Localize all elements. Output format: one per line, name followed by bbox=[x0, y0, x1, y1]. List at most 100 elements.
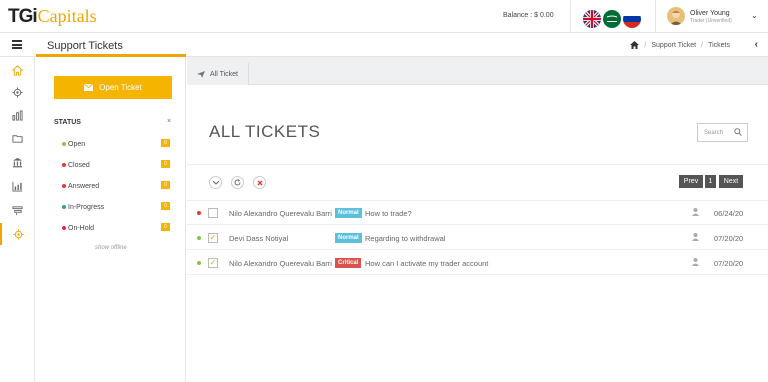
ticket-subject[interactable]: How to trade? bbox=[365, 209, 412, 218]
chevron-down-icon bbox=[212, 180, 219, 185]
chevron-down-icon[interactable]: ⌄ bbox=[751, 11, 758, 20]
tab-all-ticket[interactable]: All Ticket bbox=[187, 63, 249, 85]
refresh-icon bbox=[234, 179, 241, 186]
breadcrumb-tickets: Tickets bbox=[708, 41, 730, 49]
nav-bank-icon[interactable] bbox=[0, 151, 35, 173]
status-panel: Open Ticket STATUS × Open 0 Closed 0 Ans… bbox=[36, 57, 186, 382]
status-dot bbox=[62, 184, 66, 188]
envelope-icon bbox=[84, 84, 94, 91]
hamburger-menu-icon[interactable] bbox=[12, 40, 22, 49]
status-count: 0 bbox=[161, 223, 170, 231]
status-heading: STATUS bbox=[54, 119, 81, 126]
divider bbox=[187, 200, 768, 201]
nav-support-icon[interactable] bbox=[0, 223, 35, 245]
ticket-checkbox[interactable]: ✓ bbox=[208, 258, 218, 268]
left-nav bbox=[0, 57, 35, 382]
status-count: 0 bbox=[161, 181, 170, 189]
logo-text: Capitals bbox=[37, 6, 97, 26]
nav-filter-icon[interactable] bbox=[0, 199, 35, 221]
next-button[interactable]: Next bbox=[719, 175, 743, 188]
priority-badge: Critical bbox=[335, 258, 362, 268]
nav-reports-icon[interactable] bbox=[0, 104, 35, 126]
divider bbox=[187, 274, 768, 275]
balance-display: Balance : $ 0.00 bbox=[503, 12, 554, 19]
page-number-button[interactable]: 1 bbox=[705, 175, 716, 188]
ticket-name[interactable]: Nilo Alexandro Querevalu Barri bbox=[229, 209, 335, 218]
page-heading: ALL TICKETS bbox=[209, 122, 321, 141]
ticket-subject[interactable]: Regarding to withdrawal bbox=[365, 234, 445, 243]
tickets-main: All Ticket ALL TICKETS Search Prev 1 Nex… bbox=[187, 57, 768, 382]
ticket-status-dot bbox=[197, 211, 201, 215]
ticket-date: 07/20/20 bbox=[714, 234, 744, 243]
table-row[interactable]: ✓ Devi Dass Notiyal Normal Regarding to … bbox=[187, 229, 768, 247]
divider bbox=[187, 224, 768, 225]
ticket-status-dot bbox=[197, 261, 201, 265]
uk-flag-icon[interactable] bbox=[583, 10, 601, 28]
tab-label: All Ticket bbox=[210, 70, 239, 78]
status-item-open[interactable]: Open 0 bbox=[62, 138, 170, 150]
ticket-checkbox[interactable] bbox=[208, 208, 218, 218]
sub-header: Support Tickets / Support Ticket / Ticke… bbox=[0, 33, 768, 57]
priority-badge: Normal bbox=[335, 208, 362, 218]
user-name[interactable]: Oliver Young bbox=[690, 10, 730, 17]
expand-toggle-button[interactable] bbox=[209, 176, 222, 189]
prev-button[interactable]: Prev bbox=[679, 175, 703, 188]
user-icon bbox=[692, 208, 699, 216]
status-item-on-hold[interactable]: On-Hold 0 bbox=[62, 222, 170, 234]
search-placeholder: Search bbox=[704, 129, 724, 136]
ticket-date: 06/24/20 bbox=[714, 209, 744, 218]
status-count: 0 bbox=[161, 202, 170, 210]
delete-button[interactable] bbox=[253, 176, 266, 189]
breadcrumb-separator: / bbox=[644, 41, 647, 49]
table-row[interactable]: Nilo Alexandro Querevalu Barri Normal Ho… bbox=[187, 204, 768, 222]
breadcrumb-separator: / bbox=[701, 41, 704, 49]
ticket-date: 07/20/20 bbox=[714, 259, 744, 268]
user-icon bbox=[692, 233, 699, 241]
chevron-left-icon[interactable]: ‹ bbox=[755, 39, 758, 50]
status-dot bbox=[62, 163, 66, 167]
divider bbox=[570, 0, 571, 33]
logo[interactable]: TGi Capitals bbox=[8, 6, 97, 27]
divider bbox=[655, 0, 656, 33]
status-count: 0 bbox=[161, 160, 170, 168]
refresh-button[interactable] bbox=[231, 176, 244, 189]
russia-flag-icon[interactable] bbox=[623, 10, 641, 28]
top-bar: TGi Capitals Balance : $ 0.00 Oliver You… bbox=[0, 0, 768, 33]
show-offline-link[interactable]: show offline bbox=[95, 245, 127, 251]
close-icon[interactable]: × bbox=[167, 118, 171, 125]
avatar[interactable] bbox=[667, 7, 685, 25]
status-label: Open bbox=[68, 140, 86, 148]
status-label: On-Hold bbox=[68, 224, 95, 232]
nav-chart-icon[interactable] bbox=[0, 175, 35, 197]
ticket-subject[interactable]: How can I activate my trader account bbox=[365, 259, 488, 268]
table-row[interactable]: ✓ Nilo Alexandro Querevalu Barri Critica… bbox=[187, 254, 768, 272]
status-label: Closed bbox=[68, 161, 90, 169]
home-icon[interactable] bbox=[630, 41, 640, 49]
status-item-closed[interactable]: Closed 0 bbox=[62, 159, 170, 171]
ticket-name[interactable]: Devi Dass Notiyal bbox=[229, 234, 335, 243]
ticket-status-dot bbox=[197, 236, 201, 240]
search-input[interactable]: Search bbox=[697, 123, 748, 142]
search-icon[interactable] bbox=[734, 128, 742, 136]
saudi-flag-icon[interactable] bbox=[603, 10, 621, 28]
tab-strip: All Ticket bbox=[187, 57, 768, 85]
open-ticket-label: Open Ticket bbox=[99, 83, 142, 92]
status-label: Answered bbox=[68, 182, 100, 190]
close-icon bbox=[257, 180, 262, 185]
divider bbox=[187, 164, 768, 165]
nav-folder-icon[interactable] bbox=[0, 127, 35, 149]
user-role: Trader (Unverified) bbox=[690, 18, 732, 24]
logo-mark: TGi bbox=[8, 6, 38, 27]
status-item-answered[interactable]: Answered 0 bbox=[62, 180, 170, 192]
ticket-checkbox[interactable]: ✓ bbox=[208, 233, 218, 243]
status-item-in-progress[interactable]: In-Progress 0 bbox=[62, 201, 170, 213]
breadcrumb-support-ticket[interactable]: Support Ticket bbox=[651, 42, 696, 49]
nav-home-icon[interactable] bbox=[0, 59, 35, 81]
ticket-name[interactable]: Nilo Alexandro Querevalu Barri bbox=[229, 259, 335, 268]
priority-badge: Normal bbox=[335, 233, 362, 243]
nav-settings-icon[interactable] bbox=[0, 81, 35, 103]
send-icon bbox=[197, 70, 205, 78]
status-dot bbox=[62, 226, 66, 230]
user-icon bbox=[692, 258, 699, 266]
open-ticket-button[interactable]: Open Ticket bbox=[54, 76, 172, 99]
